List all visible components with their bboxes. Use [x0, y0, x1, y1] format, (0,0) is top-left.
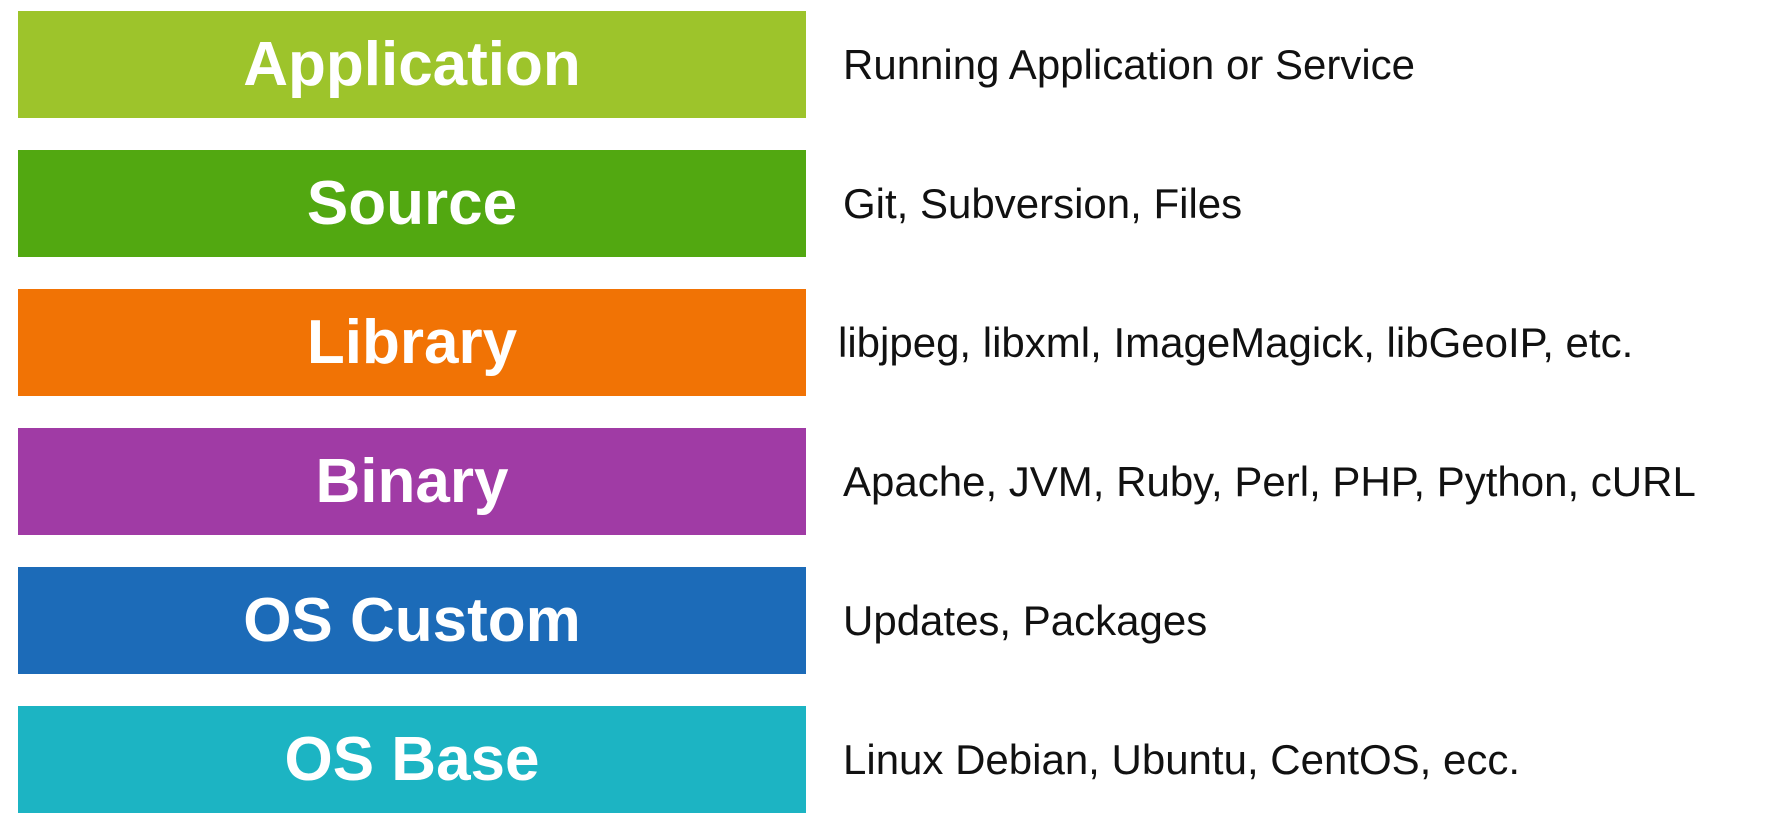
layer-description-os-base: Linux Debian, Ubuntu, CentOS, ecc.	[843, 735, 1521, 783]
layer-description-os-custom: Updates, Packages	[843, 596, 1208, 644]
layer-name-os-base: OS Base	[284, 724, 540, 794]
layer-name-application: Application	[243, 29, 581, 99]
layer-row-source: Source Git, Subversion, Files	[0, 150, 1771, 258]
layer-row-library: Library libjpeg, libxml, ImageMagick, li…	[0, 289, 1771, 397]
layer-stack-diagram: Application Running Application or Servi…	[0, 0, 1771, 813]
layer-block-os-custom: OS Custom	[18, 567, 806, 674]
layer-name-library: Library	[306, 307, 518, 377]
layer-description-library: libjpeg, libxml, ImageMagick, libGeoIP, …	[838, 318, 1634, 366]
layer-description-source: Git, Subversion, Files	[843, 179, 1243, 227]
layer-block-source: Source	[18, 150, 806, 257]
layer-row-application: Application Running Application or Servi…	[0, 11, 1771, 119]
layer-block-library: Library	[18, 289, 806, 396]
layer-row-os-base: OS Base Linux Debian, Ubuntu, CentOS, ec…	[0, 706, 1771, 814]
layer-name-binary: Binary	[315, 446, 509, 516]
layer-name-os-custom: OS Custom	[243, 585, 581, 655]
layer-name-source: Source	[306, 168, 518, 238]
layer-block-application: Application	[18, 11, 806, 118]
layer-row-os-custom: OS Custom Updates, Packages	[0, 567, 1771, 675]
layer-block-binary: Binary	[18, 428, 806, 535]
layer-description-application: Running Application or Service	[843, 40, 1416, 88]
layer-block-os-base: OS Base	[18, 706, 806, 813]
layer-description-binary: Apache, JVM, Ruby, Perl, PHP, Python, cU…	[843, 457, 1696, 505]
layer-row-binary: Binary Apache, JVM, Ruby, Perl, PHP, Pyt…	[0, 428, 1771, 536]
